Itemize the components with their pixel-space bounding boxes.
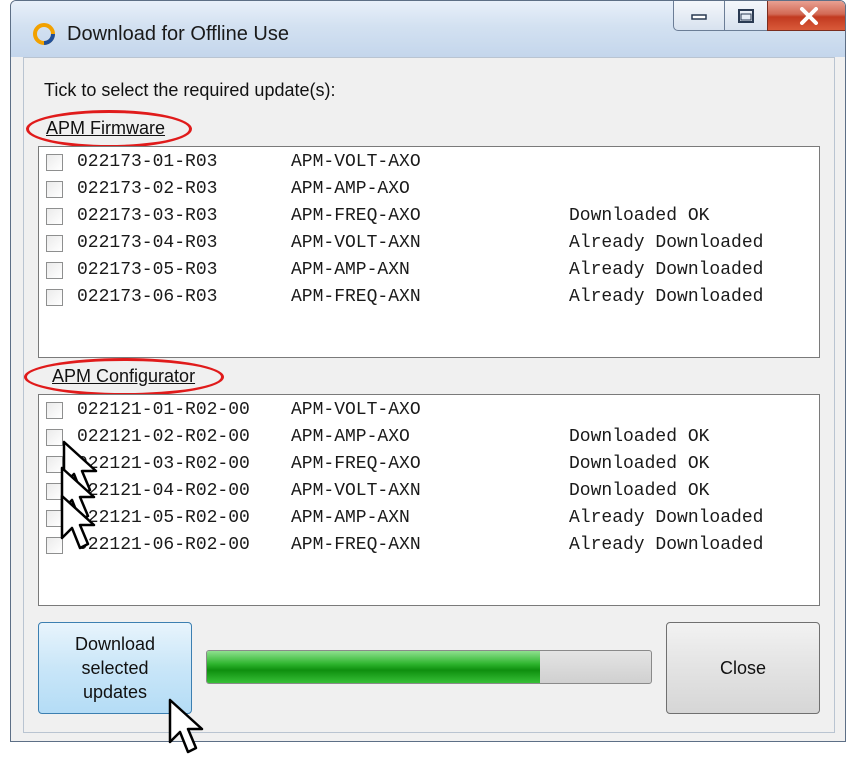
list-item[interactable]: 022121-01-R02-00 APM-VOLT-AXO xyxy=(39,397,819,424)
update-code: 022121-04-R02-00 xyxy=(77,481,250,501)
update-checkbox[interactable] xyxy=(46,235,63,252)
update-name: APM-AMP-AXN xyxy=(291,260,410,280)
download-progress-bar xyxy=(206,650,652,684)
update-status: Downloaded OK xyxy=(569,454,710,474)
update-status: Already Downloaded xyxy=(569,508,764,528)
configurator-group-label: APM Configurator xyxy=(52,366,196,386)
update-code: 022173-06-R03 xyxy=(77,287,218,307)
configurator-listbox[interactable]: 022121-01-R02-00 APM-VOLT-AXO 022121-02-R0… xyxy=(38,394,820,606)
app-logo-icon xyxy=(33,23,55,45)
minimize-button[interactable] xyxy=(673,1,725,31)
update-checkbox[interactable] xyxy=(46,208,63,225)
update-name: APM-AMP-AXO xyxy=(291,179,410,199)
download-button-label-line3: updates xyxy=(82,682,148,702)
instruction-text: Tick to select the required update(s): xyxy=(44,80,336,100)
update-checkbox[interactable] xyxy=(46,402,63,419)
maximize-icon xyxy=(738,8,754,23)
update-code: 022121-03-R02-00 xyxy=(77,454,250,474)
maximize-button[interactable] xyxy=(724,1,768,31)
update-status: Downloaded OK xyxy=(569,206,710,226)
update-name: APM-FREQ-AXO xyxy=(291,206,421,226)
window-title: Download for Offline Use xyxy=(67,23,289,45)
list-item[interactable]: 022173-01-R03 APM-VOLT-AXO xyxy=(39,149,819,176)
update-status: Already Downloaded xyxy=(569,287,764,307)
list-item[interactable]: 022173-02-R03 APM-AMP-AXO xyxy=(39,176,819,203)
list-item[interactable]: 022173-04-R03 APM-VOLT-AXN Already Downloa… xyxy=(39,230,819,257)
update-code: 022173-01-R03 xyxy=(77,152,218,172)
update-name: APM-AMP-AXN xyxy=(291,508,410,528)
minimize-icon xyxy=(691,13,707,20)
update-status: Downloaded OK xyxy=(569,427,710,447)
list-item[interactable]: 022173-06-R03 APM-FREQ-AXN Already Downloa… xyxy=(39,284,819,311)
cursor-pointer-icon xyxy=(168,698,204,754)
list-item[interactable]: 022121-04-R02-00 APM-VOLT-AXN Downloaded O… xyxy=(39,478,819,505)
list-item[interactable]: 022173-05-R03 APM-AMP-AXN Already Download… xyxy=(39,257,819,284)
update-name: APM-VOLT-AXN xyxy=(291,481,421,501)
update-name: APM-AMP-AXO xyxy=(291,427,410,447)
firmware-listbox[interactable]: 022173-01-R03 APM-VOLT-AXO 022173-02-R03 AP… xyxy=(38,146,820,358)
update-name: APM-VOLT-AXO xyxy=(291,400,421,420)
update-checkbox[interactable] xyxy=(46,429,63,446)
update-name: APM-FREQ-AXN xyxy=(291,535,421,555)
close-button[interactable]: Close xyxy=(666,622,820,714)
list-item[interactable]: 022121-02-R02-00 APM-AMP-AXO Downloaded OK xyxy=(39,424,819,451)
progress-fill xyxy=(207,651,540,683)
title-bar[interactable]: Download for Offline Use xyxy=(11,1,845,57)
update-status: Already Downloaded xyxy=(569,260,764,280)
update-status: Already Downloaded xyxy=(569,233,764,253)
update-name: APM-VOLT-AXN xyxy=(291,233,421,253)
list-item[interactable]: 022121-03-R02-00 APM-FREQ-AXO Downloaded O… xyxy=(39,451,819,478)
update-status: Already Downloaded xyxy=(569,535,764,555)
update-status: Downloaded OK xyxy=(569,481,710,501)
update-code: 022173-02-R03 xyxy=(77,179,218,199)
update-code: 022121-01-R02-00 xyxy=(77,400,250,420)
update-checkbox[interactable] xyxy=(46,181,63,198)
update-checkbox[interactable] xyxy=(46,154,63,171)
close-icon xyxy=(800,6,818,25)
cursor-pointer-icon xyxy=(60,494,96,550)
download-button-label-line2: selected xyxy=(81,658,149,678)
list-item[interactable]: 022121-05-R02-00 APM-AMP-AXN Already Downl… xyxy=(39,505,819,532)
update-code: 022121-06-R02-00 xyxy=(77,535,250,555)
update-code: 022173-05-R03 xyxy=(77,260,218,280)
window-close-button[interactable] xyxy=(767,1,845,31)
update-code: 022173-03-R03 xyxy=(77,206,218,226)
list-item[interactable]: 022173-03-R03 APM-FREQ-AXO Downloaded OK xyxy=(39,203,819,230)
update-name: APM-FREQ-AXO xyxy=(291,454,421,474)
update-name: APM-VOLT-AXO xyxy=(291,152,421,172)
update-code: 022173-04-R03 xyxy=(77,233,218,253)
update-checkbox[interactable] xyxy=(46,262,63,279)
update-code: 022121-02-R02-00 xyxy=(77,427,250,447)
update-code: 022121-05-R02-00 xyxy=(77,508,250,528)
download-button-label-line1: Download xyxy=(74,634,156,654)
list-item[interactable]: 022121-06-R02-00 APM-FREQ-AXN Already Down… xyxy=(39,532,819,559)
update-name: APM-FREQ-AXN xyxy=(291,287,421,307)
firmware-group-label: APM Firmware xyxy=(46,118,166,138)
update-checkbox[interactable] xyxy=(46,289,63,306)
